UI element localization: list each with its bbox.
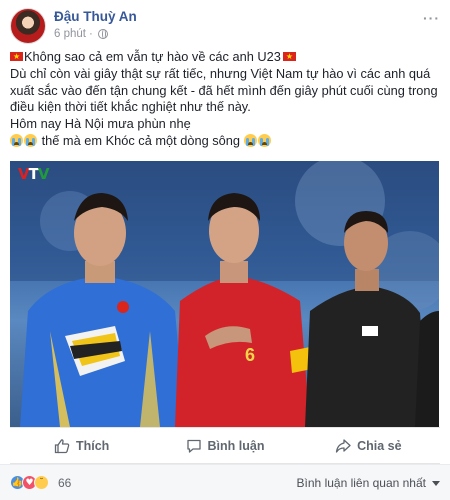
comment-bubble-icon (186, 439, 201, 453)
sad-reaction-icon: ˘ (34, 475, 49, 490)
text-line: thế mà em Khóc cả một dòng sông (10, 133, 442, 150)
text-line-3: xuất sắc vào đến tận chung kết - đã hết … (10, 82, 438, 98)
thumbs-up-icon (54, 438, 70, 453)
reaction-icons[interactable]: 👍 ♥ ˘ (10, 475, 49, 490)
more-dots-icon[interactable]: ··· (423, 10, 440, 26)
action-bar: Thích Bình luận Chia sẻ (10, 427, 440, 464)
globe-icon[interactable] (97, 29, 108, 39)
reaction-count[interactable]: 66 (58, 476, 71, 490)
text-line-2: Dù chỉ còn vài giây thật sự rất tiếc, nh… (10, 65, 431, 81)
vietnam-flag-icon (10, 49, 23, 66)
post-photo[interactable]: 6 VTV (10, 161, 439, 427)
crying-face-icon (10, 133, 23, 147)
post-header: Đậu Thuỳ An 6 phút · ··· (10, 8, 440, 44)
comment-sort-dropdown[interactable]: Bình luận liên quan nhất (297, 476, 440, 490)
chevron-down-icon (432, 480, 440, 486)
crying-face-icon (24, 133, 37, 147)
avatar[interactable] (10, 8, 46, 44)
vtv-logo: VTV (18, 165, 49, 183)
share-label: Chia sẻ (357, 438, 402, 453)
post-text: Không sao cả em vẫn tự hào về các anh U2… (10, 49, 442, 150)
photo-illustration: 6 (10, 161, 439, 427)
reactions-bar: 👍 ♥ ˘ 66 Bình luận liên quan nhất (0, 464, 450, 500)
crying-face-icon (257, 133, 271, 147)
text-line: Không sao cả em vẫn tự hào về các anh U2… (10, 49, 442, 66)
comment-label: Bình luận (207, 438, 265, 453)
share-button[interactable]: Chia sẻ (297, 428, 440, 463)
like-button[interactable]: Thích (10, 428, 153, 463)
post-time[interactable]: 6 phút (54, 28, 86, 40)
author-name[interactable]: Đậu Thuỳ An (54, 9, 137, 24)
text-line-1: Không sao cả em vẫn tự hào về các anh U2… (24, 49, 281, 64)
sort-label: Bình luận liên quan nhất (296, 476, 426, 490)
facebook-post: Đậu Thuỳ An 6 phút · ··· Không sao cả em… (0, 0, 450, 500)
jersey-number: 6 (245, 345, 255, 365)
share-arrow-icon (335, 438, 351, 453)
text-line-4: điều kiện thời tiết khắc nghiệt như thế … (10, 99, 251, 115)
crying-face-icon (243, 133, 257, 147)
vietnam-flag-icon (282, 49, 296, 66)
text-line-5: Hôm nay Hà Nội mưa phùn nhẹ (10, 116, 191, 132)
separator: · (88, 28, 93, 40)
post-meta: 6 phút · (54, 28, 108, 40)
like-label: Thích (75, 438, 110, 453)
text-line-6: thế mà em Khóc cả một dòng sông (41, 132, 241, 148)
comment-button[interactable]: Bình luận (153, 428, 296, 463)
